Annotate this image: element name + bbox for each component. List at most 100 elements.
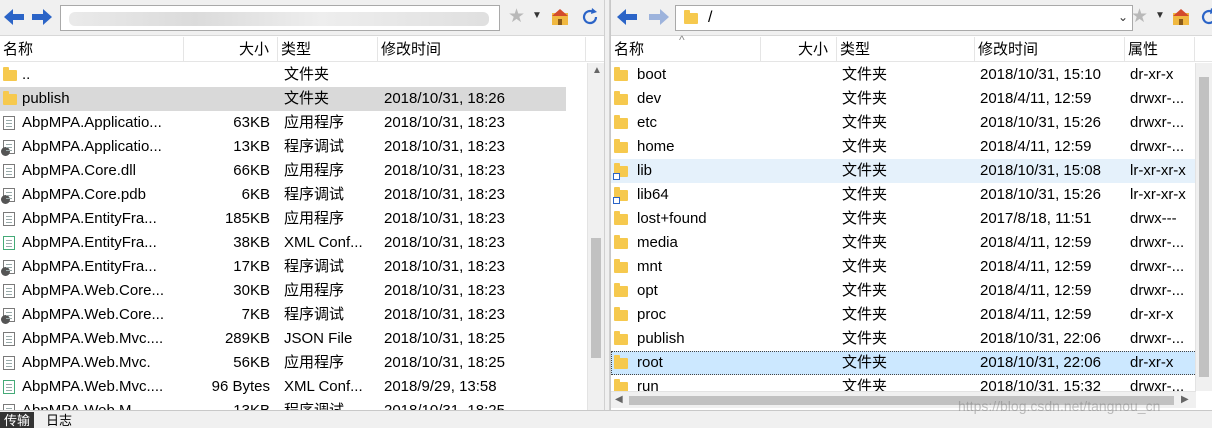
column-name[interactable]: 名称 [0,37,184,62]
favorite-star-icon[interactable]: ★ [1131,7,1151,27]
file-row[interactable]: AbpMPA.Web.M...13KB 程序调试 2018/10/31, 18:25 [0,399,604,410]
file-row[interactable]: AbpMPA.Web.Mvc. 56KB 应用程序 2018/10/31, 18:25 [0,351,604,375]
folder-row[interactable]: etc 文件夹 2018/10/31, 15:26 drwxr-... [611,111,1205,135]
file-name: lost+found [637,210,707,227]
file-row[interactable]: AbpMPA.Web.Core... 7KB 程序调试 2018/10/31, 18:… [0,303,604,327]
refresh-icon[interactable] [1199,7,1212,27]
forward-arrow-icon[interactable] [647,6,671,28]
folder-icon [614,331,628,346]
folder-row[interactable]: dev 文件夹 2018/4/11, 12:59 drwxr-... [611,87,1205,111]
refresh-icon[interactable] [580,7,600,27]
tab-transfer[interactable]: 传输 [0,412,35,428]
remote-address-input[interactable]: / ⌄ [675,5,1133,31]
folder-row[interactable]: mnt 文件夹 2018/4/11, 12:59 drwxr-... [611,255,1205,279]
folder-row[interactable]: home 文件夹 2018/4/11, 12:59 drwxr-... [611,135,1205,159]
file-row[interactable]: .. 文件夹 [0,63,604,87]
column-name[interactable]: 名称 ^ [611,33,761,62]
file-modified: 2018/10/31, 15:26 [980,114,1101,131]
file-icon [3,164,17,178]
column-type[interactable]: 类型 [278,37,378,62]
folder-row[interactable]: lost+found 文件夹 2017/8/18, 11:51 drwx--- [611,207,1205,231]
back-arrow-icon[interactable] [615,6,639,28]
file-row[interactable]: AbpMPA.EntityFra... 38KB XML Conf... 2018/1… [0,231,604,255]
file-size: 66KB [233,162,270,179]
address-dropdown-icon[interactable]: ⌄ [1118,10,1128,24]
sort-ascending-icon: ^ [679,33,685,47]
forward-arrow-icon[interactable] [30,6,54,28]
column-size[interactable]: 大小 [184,37,278,62]
favorites-dropdown-icon[interactable]: ▼ [532,10,542,21]
file-size [761,159,829,183]
remote-vertical-scrollbar[interactable] [1195,63,1212,391]
home-folder-icon[interactable] [550,7,570,27]
file-attributes: drwxr-... [1130,258,1185,275]
folder-icon [614,67,628,82]
file-modified: 2018/10/31, 15:10 [980,66,1101,83]
scroll-up-icon[interactable]: ▲ [592,65,602,76]
file-modified: 2018/10/31, 18:25 [384,330,505,347]
column-modified[interactable]: 修改时间 [975,37,1125,62]
folder-row[interactable]: lib64 文件夹 2018/10/31, 15:26 lr-xr-xr-x [611,183,1205,207]
home-folder-icon[interactable] [1171,7,1191,27]
favorite-star-icon[interactable]: ★ [508,7,528,27]
column-type[interactable]: 类型 [837,37,975,62]
file-name: AbpMPA.Applicatio... [22,138,162,155]
local-address-input[interactable] [60,5,500,31]
file-size [761,303,829,327]
folder-row[interactable]: boot 文件夹 2018/10/31, 15:10 dr-xr-x [611,63,1205,87]
file-type: 文件夹 [842,90,888,107]
file-attributes: drwxr-... [1130,90,1185,107]
folder-row[interactable]: media 文件夹 2018/4/11, 12:59 drwxr-... [611,231,1205,255]
file-modified: 2018/9/29, 13:58 [384,378,497,395]
scroll-right-icon[interactable]: ▶ [1181,394,1189,405]
file-name: root [637,354,663,371]
column-attributes[interactable]: 属性 [1125,37,1195,62]
column-modified[interactable]: 修改时间 [378,37,586,62]
file-row[interactable]: AbpMPA.Web.Core... 30KB 应用程序 2018/10/31, 18… [0,279,604,303]
file-name: AbpMPA.Web.Mvc. [22,354,151,371]
file-row[interactable]: AbpMPA.Web.Mvc.... 96 Bytes XML Conf... 201… [0,375,604,399]
folder-row[interactable]: publish 文件夹 2018/10/31, 22:06 drwxr-... [611,327,1205,351]
file-name: publish [637,330,685,347]
file-size [184,87,270,111]
scroll-left-icon[interactable]: ◀ [615,394,623,405]
folder-icon [3,91,17,106]
file-row[interactable]: AbpMPA.Applicatio... 63KB 应用程序 2018/10/31, … [0,111,604,135]
back-arrow-icon[interactable] [2,6,26,28]
remote-column-header: 名称 ^ 大小 类型 修改时间 属性 [611,33,1212,62]
tab-log[interactable]: 日志 [42,412,76,428]
folder-row[interactable]: opt 文件夹 2018/4/11, 12:59 drwxr-... [611,279,1205,303]
column-size[interactable]: 大小 [761,37,837,62]
file-row[interactable]: AbpMPA.Applicatio... 13KB 程序调试 2018/10/31, … [0,135,604,159]
file-attributes: drwxr-... [1130,282,1185,299]
file-row[interactable]: AbpMPA.Core.dll 66KB 应用程序 2018/10/31, 18:23 [0,159,604,183]
file-modified: 2018/4/11, 12:59 [980,138,1092,155]
favorites-dropdown-icon[interactable]: ▼ [1155,10,1165,21]
remote-file-list: boot 文件夹 2018/10/31, 15:10 dr-xr-x dev 文件夹 201… [611,63,1212,399]
file-icon [3,356,17,370]
file-size: 63KB [233,114,270,131]
file-row[interactable]: AbpMPA.Web.Mvc.... 289KB JSON File 2018/10/… [0,327,604,351]
folder-row[interactable]: root 文件夹 2018/10/31, 22:06 dr-xr-x [611,351,1205,375]
file-row[interactable]: publish 文件夹 2018/10/31, 18:26 [0,87,566,111]
file-name: AbpMPA.Core.dll [22,162,136,179]
local-file-list: .. 文件夹 publish 文件夹 2018/10/31, 18:26 AbpMPA.A… [0,63,604,410]
file-size [761,327,829,351]
json-file-icon [3,332,17,346]
folder-row[interactable]: proc 文件夹 2018/4/11, 12:59 dr-xr-x [611,303,1205,327]
file-row[interactable]: AbpMPA.Core.pdb 6KB 程序调试 2018/10/31, 18:23 [0,183,604,207]
file-type: 文件夹 [842,282,888,299]
file-size [761,255,829,279]
scroll-thumb[interactable] [1199,77,1209,377]
file-row[interactable]: AbpMPA.EntityFra... 185KB 应用程序 2018/10/31, … [0,207,604,231]
file-attributes: drwxr-... [1130,114,1185,131]
file-name: AbpMPA.Web.Mvc.... [22,378,164,395]
file-size [761,207,829,231]
folder-row[interactable]: lib 文件夹 2018/10/31, 15:08 lr-xr-xr-x [611,159,1205,183]
local-vertical-scrollbar[interactable]: ▲ [587,63,604,410]
file-name: home [637,138,675,155]
file-row[interactable]: AbpMPA.EntityFra... 17KB 程序调试 2018/10/31, 1… [0,255,604,279]
symlink-folder-icon [613,163,628,180]
file-type: XML Conf... [284,378,363,395]
scroll-thumb[interactable] [591,238,601,358]
